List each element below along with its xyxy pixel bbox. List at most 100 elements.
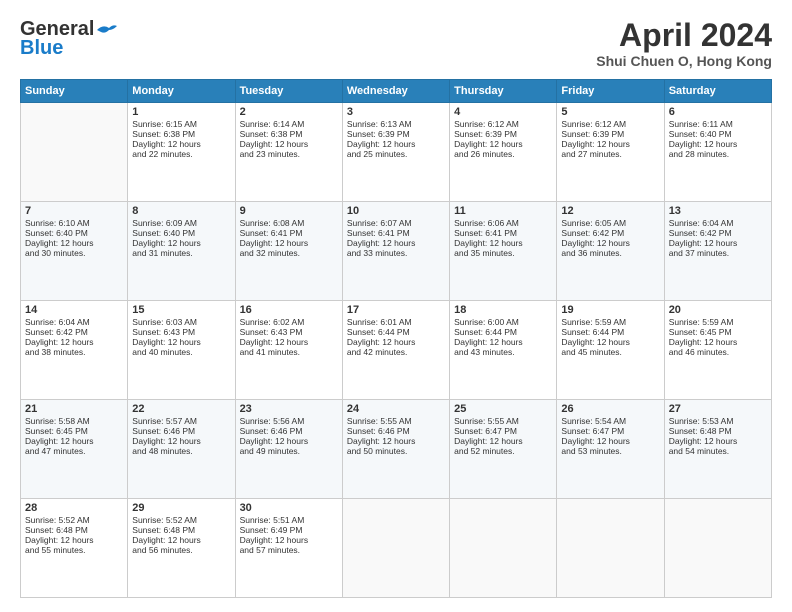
cell-text: and 54 minutes. bbox=[669, 446, 767, 456]
day-number: 26 bbox=[561, 403, 659, 415]
cell-text: and 47 minutes. bbox=[25, 446, 123, 456]
cell-text: Daylight: 12 hours bbox=[454, 238, 552, 248]
cell-text: and 45 minutes. bbox=[561, 347, 659, 357]
cell-text: Sunrise: 5:59 AM bbox=[561, 317, 659, 327]
cell-text: Daylight: 12 hours bbox=[25, 238, 123, 248]
cell-text: Daylight: 12 hours bbox=[347, 238, 445, 248]
calendar-cell: 7Sunrise: 6:10 AMSunset: 6:40 PMDaylight… bbox=[21, 202, 128, 301]
cell-text: Sunrise: 6:07 AM bbox=[347, 218, 445, 228]
calendar-cell: 30Sunrise: 5:51 AMSunset: 6:49 PMDayligh… bbox=[235, 499, 342, 598]
cell-text: and 49 minutes. bbox=[240, 446, 338, 456]
calendar-cell: 21Sunrise: 5:58 AMSunset: 6:45 PMDayligh… bbox=[21, 400, 128, 499]
cell-text: Sunrise: 5:51 AM bbox=[240, 515, 338, 525]
title-block: April 2024 Shui Chuen O, Hong Kong bbox=[596, 18, 772, 69]
day-number: 2 bbox=[240, 106, 338, 118]
cell-text: Daylight: 12 hours bbox=[454, 436, 552, 446]
cell-text: Sunrise: 5:57 AM bbox=[132, 416, 230, 426]
calendar-cell: 13Sunrise: 6:04 AMSunset: 6:42 PMDayligh… bbox=[664, 202, 771, 301]
day-header-tuesday: Tuesday bbox=[235, 80, 342, 103]
page: General Blue April 2024 Shui Chuen O, Ho… bbox=[0, 0, 792, 612]
cell-text: and 40 minutes. bbox=[132, 347, 230, 357]
cell-text: and 36 minutes. bbox=[561, 248, 659, 258]
cell-text: Daylight: 12 hours bbox=[132, 139, 230, 149]
day-header-thursday: Thursday bbox=[450, 80, 557, 103]
calendar-body: 1Sunrise: 6:15 AMSunset: 6:38 PMDaylight… bbox=[21, 103, 772, 598]
cell-text: and 53 minutes. bbox=[561, 446, 659, 456]
day-number: 12 bbox=[561, 205, 659, 217]
calendar-cell: 29Sunrise: 5:52 AMSunset: 6:48 PMDayligh… bbox=[128, 499, 235, 598]
cell-text: Sunset: 6:40 PM bbox=[669, 129, 767, 139]
calendar-cell: 17Sunrise: 6:01 AMSunset: 6:44 PMDayligh… bbox=[342, 301, 449, 400]
cell-text: Sunrise: 5:58 AM bbox=[25, 416, 123, 426]
cell-text: Sunset: 6:45 PM bbox=[669, 327, 767, 337]
cell-text: Daylight: 12 hours bbox=[669, 238, 767, 248]
day-number: 17 bbox=[347, 304, 445, 316]
cell-text: Daylight: 12 hours bbox=[347, 139, 445, 149]
cell-text: Daylight: 12 hours bbox=[669, 436, 767, 446]
calendar-cell: 28Sunrise: 5:52 AMSunset: 6:48 PMDayligh… bbox=[21, 499, 128, 598]
calendar-cell: 4Sunrise: 6:12 AMSunset: 6:39 PMDaylight… bbox=[450, 103, 557, 202]
calendar-cell: 19Sunrise: 5:59 AMSunset: 6:44 PMDayligh… bbox=[557, 301, 664, 400]
day-number: 18 bbox=[454, 304, 552, 316]
cell-text: Daylight: 12 hours bbox=[347, 436, 445, 446]
day-header-saturday: Saturday bbox=[664, 80, 771, 103]
day-header-friday: Friday bbox=[557, 80, 664, 103]
calendar-cell: 27Sunrise: 5:53 AMSunset: 6:48 PMDayligh… bbox=[664, 400, 771, 499]
calendar-cell bbox=[557, 499, 664, 598]
cell-text: Daylight: 12 hours bbox=[132, 238, 230, 248]
calendar-cell: 12Sunrise: 6:05 AMSunset: 6:42 PMDayligh… bbox=[557, 202, 664, 301]
day-number: 29 bbox=[132, 502, 230, 514]
cell-text: Sunset: 6:46 PM bbox=[240, 426, 338, 436]
cell-text: Daylight: 12 hours bbox=[561, 436, 659, 446]
cell-text: Sunrise: 6:08 AM bbox=[240, 218, 338, 228]
cell-text: Sunset: 6:48 PM bbox=[25, 525, 123, 535]
cell-text: Sunset: 6:42 PM bbox=[561, 228, 659, 238]
cell-text: Sunset: 6:47 PM bbox=[454, 426, 552, 436]
cell-text: Sunrise: 6:05 AM bbox=[561, 218, 659, 228]
cell-text: Sunrise: 6:06 AM bbox=[454, 218, 552, 228]
cell-text: Sunrise: 6:00 AM bbox=[454, 317, 552, 327]
day-number: 3 bbox=[347, 106, 445, 118]
calendar-cell: 11Sunrise: 6:06 AMSunset: 6:41 PMDayligh… bbox=[450, 202, 557, 301]
calendar-cell: 20Sunrise: 5:59 AMSunset: 6:45 PMDayligh… bbox=[664, 301, 771, 400]
cell-text: Daylight: 12 hours bbox=[25, 436, 123, 446]
cell-text: Sunrise: 6:04 AM bbox=[25, 317, 123, 327]
calendar-cell: 9Sunrise: 6:08 AMSunset: 6:41 PMDaylight… bbox=[235, 202, 342, 301]
cell-text: Sunset: 6:48 PM bbox=[669, 426, 767, 436]
day-number: 25 bbox=[454, 403, 552, 415]
cell-text: Daylight: 12 hours bbox=[240, 436, 338, 446]
cell-text: and 22 minutes. bbox=[132, 149, 230, 159]
calendar-cell: 3Sunrise: 6:13 AMSunset: 6:39 PMDaylight… bbox=[342, 103, 449, 202]
cell-text: Sunset: 6:39 PM bbox=[561, 129, 659, 139]
cell-text: Daylight: 12 hours bbox=[240, 535, 338, 545]
cell-text: Sunrise: 5:53 AM bbox=[669, 416, 767, 426]
day-number: 9 bbox=[240, 205, 338, 217]
day-number: 21 bbox=[25, 403, 123, 415]
cell-text: and 57 minutes. bbox=[240, 545, 338, 555]
cell-text: Daylight: 12 hours bbox=[240, 238, 338, 248]
cell-text: and 46 minutes. bbox=[669, 347, 767, 357]
cell-text: and 43 minutes. bbox=[454, 347, 552, 357]
cell-text: Sunrise: 6:02 AM bbox=[240, 317, 338, 327]
cell-text: Sunset: 6:45 PM bbox=[25, 426, 123, 436]
cell-text: Sunrise: 5:55 AM bbox=[454, 416, 552, 426]
day-number: 4 bbox=[454, 106, 552, 118]
cell-text: and 33 minutes. bbox=[347, 248, 445, 258]
cell-text: Daylight: 12 hours bbox=[240, 337, 338, 347]
cell-text: Sunset: 6:44 PM bbox=[454, 327, 552, 337]
cell-text: Daylight: 12 hours bbox=[132, 337, 230, 347]
cell-text: Sunrise: 5:59 AM bbox=[669, 317, 767, 327]
cell-text: Sunrise: 5:56 AM bbox=[240, 416, 338, 426]
cell-text: Sunset: 6:40 PM bbox=[132, 228, 230, 238]
day-number: 19 bbox=[561, 304, 659, 316]
week-row-0: 1Sunrise: 6:15 AMSunset: 6:38 PMDaylight… bbox=[21, 103, 772, 202]
cell-text: and 52 minutes. bbox=[454, 446, 552, 456]
cell-text: Sunset: 6:39 PM bbox=[347, 129, 445, 139]
day-number: 8 bbox=[132, 205, 230, 217]
cell-text: Sunrise: 6:03 AM bbox=[132, 317, 230, 327]
cell-text: Sunrise: 6:10 AM bbox=[25, 218, 123, 228]
calendar-cell: 5Sunrise: 6:12 AMSunset: 6:39 PMDaylight… bbox=[557, 103, 664, 202]
day-number: 11 bbox=[454, 205, 552, 217]
cell-text: Daylight: 12 hours bbox=[347, 337, 445, 347]
cell-text: Sunset: 6:46 PM bbox=[132, 426, 230, 436]
